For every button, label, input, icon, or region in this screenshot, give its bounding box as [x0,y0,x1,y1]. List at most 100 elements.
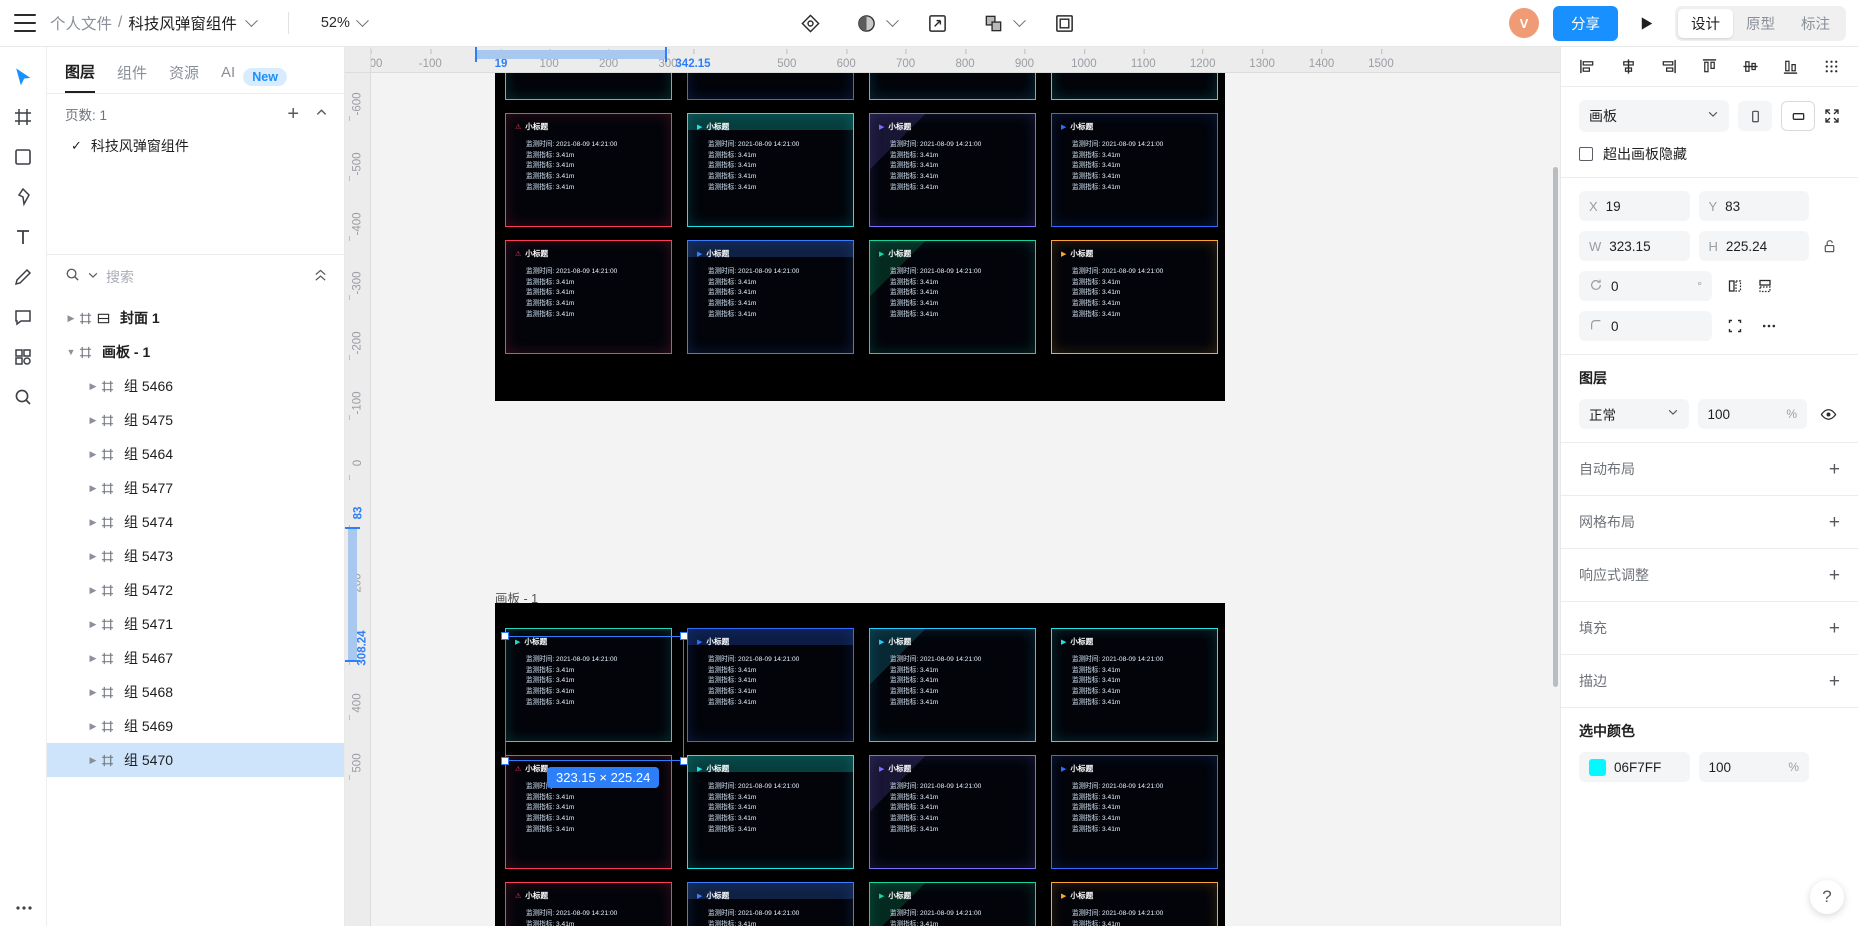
rotation-field[interactable]: 0 ° [1579,271,1712,301]
chevron-up-icon[interactable] [315,106,328,122]
align-top-icon[interactable] [1701,58,1718,75]
chevron-right-icon[interactable]: ▶ [85,415,101,426]
artboard-top[interactable]: ▶小标题监测时间: 2021-08-09 14:21:00监测指标: 3.41m… [495,73,1225,401]
landscape-icon[interactable] [1781,101,1815,131]
chevron-right-icon[interactable]: ▶ [85,483,101,494]
layer-search[interactable]: 搜索 [47,254,344,299]
plus-icon[interactable]: + [1829,513,1840,532]
tech-popup-card[interactable]: ▶小标题监测时间: 2021-08-09 14:21:00监测指标: 3.41m… [687,755,854,869]
chevron-down-icon[interactable] [245,14,258,27]
search-icon[interactable] [6,377,40,417]
chevron-right-icon[interactable]: ▶ [85,687,101,698]
tab-layers[interactable]: 图层 [65,61,95,93]
chevron-down-icon[interactable] [1707,107,1719,125]
chevron-right-icon[interactable]: ▶ [85,721,101,732]
tech-popup-card[interactable]: ▶小标题监测时间: 2021-08-09 14:21:00监测指标: 3.41m… [1051,73,1218,100]
canvas-viewport[interactable]: ▶小标题监测时间: 2021-08-09 14:21:00监测指标: 3.41m… [371,73,1560,926]
chevron-down-icon[interactable] [1013,14,1026,27]
portrait-icon[interactable] [1738,101,1772,131]
opacity-field[interactable]: 100 % [1698,399,1808,429]
layer-row[interactable]: ▶组 5468 [47,675,344,709]
search-input[interactable]: 搜索 [106,267,134,287]
text-icon[interactable] [6,217,40,257]
align-bottom-icon[interactable] [1782,58,1799,75]
tab-resources[interactable]: 资源 [169,62,199,92]
boolean-icon[interactable] [979,8,1009,38]
comment-icon[interactable] [6,297,40,337]
distribute-icon[interactable] [1823,58,1840,75]
tab-design[interactable]: 设计 [1678,9,1733,38]
y-field[interactable]: Y 83 [1699,191,1810,221]
hamburger-icon[interactable] [14,14,36,32]
checkbox-icon[interactable] [1579,147,1593,161]
plus-icon[interactable]: + [1829,566,1840,585]
layer-row[interactable]: ▶组 5472 [47,573,344,607]
chevron-right-icon[interactable]: ▶ [63,313,79,324]
color-swatch[interactable] [1589,759,1606,776]
color-opacity-field[interactable]: 100 % [1699,752,1810,782]
breadcrumb-file[interactable]: 科技风弹窗组件 [128,12,237,34]
layer-row[interactable]: ▶组 5469 [47,709,344,743]
layer-row[interactable]: ▶组 5473 [47,539,344,573]
mask-tool-group[interactable] [852,8,897,38]
tech-popup-card[interactable]: ▶小标题监测时间: 2021-08-09 14:21:00监测指标: 3.41m… [1051,755,1218,869]
plus-icon[interactable]: + [1829,460,1840,479]
align-right-icon[interactable] [1660,58,1677,75]
canvas-scrollbar-vertical[interactable] [1553,167,1558,687]
chevron-right-icon[interactable]: ▶ [85,449,101,460]
share-button[interactable]: 分享 [1553,6,1618,41]
flip-vertical-icon[interactable] [1757,278,1773,294]
breadcrumb[interactable]: 个人文件 / 科技风弹窗组件 [50,12,256,34]
layer-row[interactable]: ▶组 5464 [47,437,344,471]
cursor-icon[interactable] [6,57,40,97]
tab-components[interactable]: 组件 [117,62,147,92]
align-h-center-icon[interactable] [1620,58,1637,75]
resize-handle-bl[interactable] [501,757,509,765]
layer-row[interactable]: ▶组 5474 [47,505,344,539]
layer-row[interactable]: ▶封面 1 [47,301,344,335]
more-icon[interactable] [1761,318,1777,334]
chevron-down-icon[interactable] [1667,405,1679,423]
tech-popup-card[interactable]: ▶小标题监测时间: 2021-08-09 14:21:00监测指标: 3.41m… [1051,628,1218,742]
collapse-all-icon[interactable] [313,268,328,288]
layer-row[interactable]: ▶组 5475 [47,403,344,437]
mask-icon[interactable] [852,8,882,38]
layer-row[interactable]: ▶组 5471 [47,607,344,641]
search-icon[interactable] [65,267,80,287]
avatar[interactable]: V [1509,8,1539,38]
align-left-icon[interactable] [1579,58,1596,75]
chevron-down-icon[interactable]: ▼ [63,347,79,357]
constraint-icon[interactable] [1727,318,1743,334]
chevron-right-icon[interactable]: ▶ [85,551,101,562]
clip-content-checkbox[interactable]: 超出画板隐藏 [1579,144,1840,164]
color-hex-field[interactable]: 06F7FF [1579,752,1690,782]
artboard-type-dropdown[interactable]: 画板 [1579,100,1729,132]
breadcrumb-folder[interactable]: 个人文件 [50,12,112,34]
tech-popup-card[interactable]: ▶小标题监测时间: 2021-08-09 14:21:00监测指标: 3.41m… [687,113,854,227]
resize-handle-br[interactable] [680,757,688,765]
tab-annotation[interactable]: 标注 [1788,9,1843,38]
tech-popup-card[interactable]: ▶小标题监测时间: 2021-08-09 14:21:00监测指标: 3.41m… [869,240,1036,354]
tech-popup-card[interactable]: ▶小标题监测时间: 2021-08-09 14:21:00监测指标: 3.41m… [869,755,1036,869]
play-icon[interactable] [1632,15,1661,32]
component-icon[interactable] [796,8,826,38]
chevron-down-icon[interactable] [886,14,899,27]
chevron-right-icon[interactable]: ▶ [85,755,101,766]
plugin-icon[interactable] [6,337,40,377]
plus-icon[interactable]: + [1829,619,1840,638]
tech-popup-card[interactable]: ▶小标题监测时间: 2021-08-09 14:21:00监测指标: 3.41m… [687,73,854,100]
zoom-control[interactable]: 52% [321,15,367,31]
tech-popup-card[interactable]: ▶小标题监测时间: 2021-08-09 14:21:00监测指标: 3.41m… [869,628,1036,742]
height-field[interactable]: H 225.24 [1699,231,1810,261]
tech-popup-card[interactable]: ▶小标题监测时间: 2021-08-09 14:21:00监测指标: 3.41m… [869,882,1036,926]
tech-popup-card[interactable]: ⚠小标题监测时间: 2021-08-09 14:21:00监测指标: 3.41m… [505,882,672,926]
plus-icon[interactable]: + [287,104,299,124]
grid-icon[interactable] [6,97,40,137]
tab-ai[interactable]: AI [221,64,235,90]
tech-popup-card[interactable]: ⚠小标题监测时间: 2021-08-09 14:21:00监测指标: 3.41m… [505,113,672,227]
unlock-icon[interactable] [1818,239,1840,254]
chevron-right-icon[interactable]: ▶ [85,653,101,664]
plus-icon[interactable]: + [1829,672,1840,691]
boolean-tool-group[interactable] [979,8,1024,38]
layer-row[interactable]: ▼画板 - 1 [47,335,344,369]
